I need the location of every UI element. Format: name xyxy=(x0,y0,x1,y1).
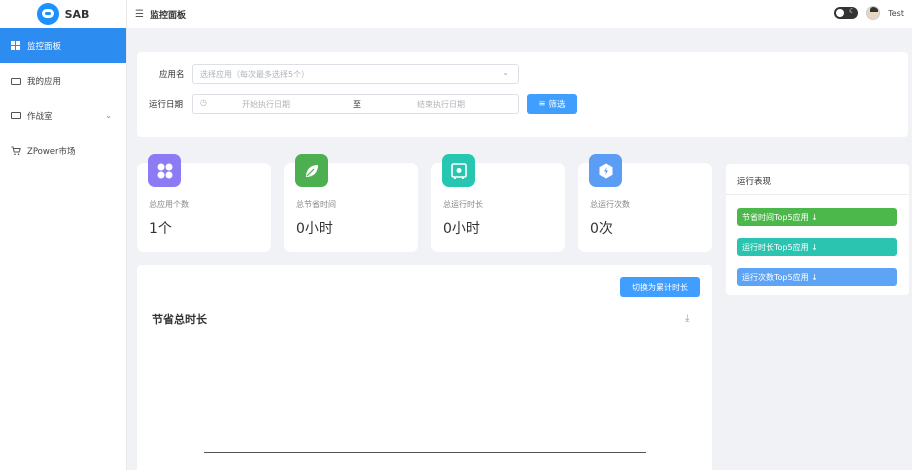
app-select-placeholder: 选择应用（每次最多选择5个） xyxy=(200,69,310,79)
run-date-label: 运行日期 xyxy=(149,100,184,110)
filter-icon: ≡ xyxy=(538,99,546,109)
stat-value: 0小时 xyxy=(296,221,333,237)
stat-label: 总运行次数 xyxy=(590,200,630,209)
stat-card-run-duration: 总运行时长 0小时 xyxy=(431,154,565,252)
sidebar-item-dashboard[interactable]: 监控面板 xyxy=(0,28,126,63)
switch-cumulative-button[interactable]: 切换为累计时长 xyxy=(620,277,700,297)
divider xyxy=(726,194,909,195)
logo[interactable]: SAB xyxy=(0,0,126,28)
theme-toggle[interactable]: ☾ xyxy=(834,7,859,19)
app-name-label: 应用名 xyxy=(159,70,185,80)
stat-label: 总应用个数 xyxy=(149,200,189,209)
avatar[interactable] xyxy=(866,6,881,20)
sidebar-item-war-room[interactable]: 作战室 ⌄ xyxy=(0,98,126,133)
moon-icon: ☾ xyxy=(848,7,856,15)
filter-card: 应用名 选择应用（每次最多选择5个） ⌄ 运行日期 ◷ 开始执行日期 至 结束执… xyxy=(137,52,908,137)
apps-icon xyxy=(148,154,181,187)
logo-icon xyxy=(36,3,59,25)
stat-label: 总节省时间 xyxy=(296,200,336,209)
leaf-icon xyxy=(295,154,328,187)
chevron-down-icon: ⌄ xyxy=(502,68,509,77)
date-separator: 至 xyxy=(353,100,361,109)
header: ☰ 监控面板 ☾ Test xyxy=(127,0,912,28)
chart-card: 切换为累计时长 节省总时长 ⤓ xyxy=(137,265,712,470)
app-name: SAB xyxy=(64,7,90,21)
start-date-input[interactable]: 开始执行日期 xyxy=(242,99,290,110)
sidebar-item-label: 我的应用 xyxy=(27,76,62,87)
stat-value: 1个 xyxy=(149,221,172,237)
clock-icon: ◷ xyxy=(200,98,207,107)
user-name[interactable]: Test xyxy=(888,9,904,18)
filter-button-label: 筛选 xyxy=(548,100,566,110)
top5-saved-time-button[interactable]: 节省时间Top5应用 ↓ xyxy=(737,208,897,226)
sidebar-item-my-apps[interactable]: 我的应用 xyxy=(0,63,126,98)
sidebar-item-zpower-market[interactable]: ZPower市场 xyxy=(0,133,126,168)
app-select[interactable]: 选择应用（每次最多选择5个） ⌄ xyxy=(192,64,519,84)
grid-icon xyxy=(11,40,21,51)
stat-value: 0次 xyxy=(590,221,613,237)
chart-title: 节省总时长 xyxy=(152,313,207,326)
sidebar-item-label: ZPower市场 xyxy=(27,146,76,157)
stat-value: 0小时 xyxy=(443,221,480,237)
page-title: 监控面板 xyxy=(149,10,186,21)
top5-run-duration-button[interactable]: 运行时长Top5应用 ↓ xyxy=(737,238,897,256)
chart-x-axis xyxy=(204,452,646,453)
cart-icon xyxy=(11,146,21,156)
safe-icon xyxy=(442,154,475,187)
stat-card-saved-time: 总节省时间 0小时 xyxy=(284,154,418,252)
chevron-down-icon: ⌄ xyxy=(105,111,112,120)
performance-title: 运行表现 xyxy=(737,177,772,187)
date-range-picker[interactable]: ◷ 开始执行日期 至 结束执行日期 xyxy=(192,94,519,114)
end-date-input[interactable]: 结束执行日期 xyxy=(417,99,465,110)
download-icon[interactable]: ⤓ xyxy=(685,313,689,324)
performance-card: 运行表现 节省时间Top5应用 ↓ 运行时长Top5应用 ↓ 运行次数Top5应… xyxy=(726,164,909,295)
stat-card-apps: 总应用个数 1个 xyxy=(137,154,271,252)
monitor-icon xyxy=(11,112,21,119)
menu-fold-icon[interactable]: ☰ xyxy=(135,9,144,20)
sidebar-item-label: 监控面板 xyxy=(27,41,62,52)
hexagon-icon xyxy=(589,154,622,187)
filter-button[interactable]: ≡ 筛选 xyxy=(527,94,577,114)
briefcase-icon xyxy=(11,78,21,85)
header-right: ☾ Test xyxy=(834,6,904,20)
sidebar: SAB 监控面板 我的应用 作战室 ⌄ ZPower市场 xyxy=(0,0,127,470)
sidebar-item-label: 作战室 xyxy=(27,111,53,122)
stat-label: 总运行时长 xyxy=(443,200,483,209)
top5-run-count-button[interactable]: 运行次数Top5应用 ↓ xyxy=(737,268,897,286)
stat-card-run-count: 总运行次数 0次 xyxy=(578,154,712,252)
